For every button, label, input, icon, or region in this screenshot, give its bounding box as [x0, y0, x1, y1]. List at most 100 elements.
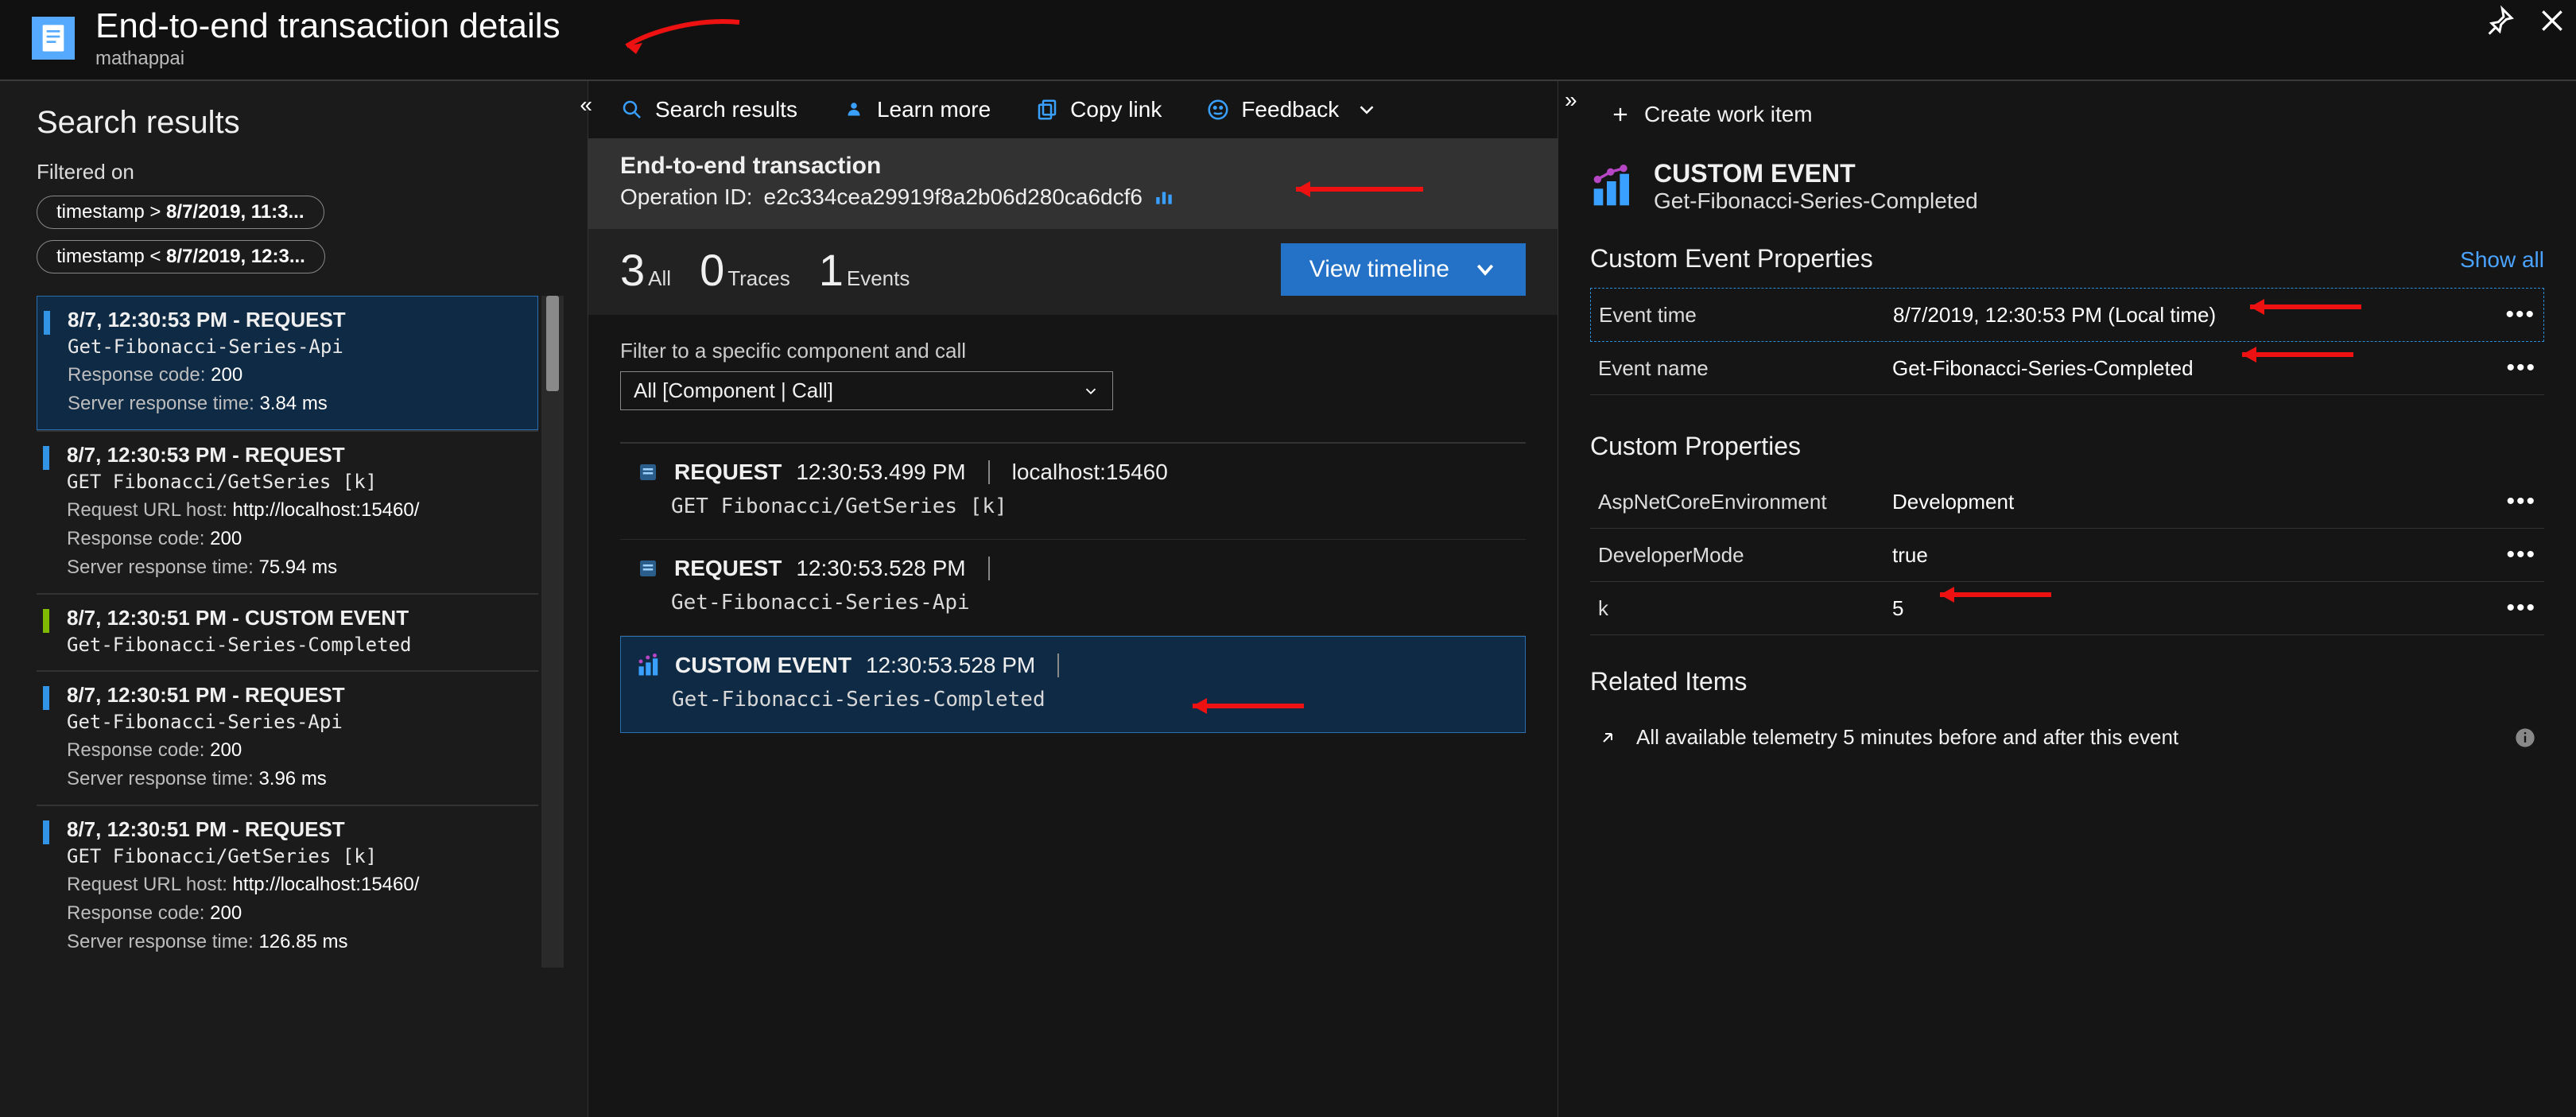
- section-title: Custom Event Properties: [1590, 244, 1873, 273]
- arrow-icon: [1598, 728, 1617, 747]
- timeline-event[interactable]: CUSTOM EVENT12:30:53.528 PMGet-Fibonacci…: [620, 636, 1526, 733]
- search-result-item[interactable]: 8/7, 12:30:53 PM - REQUEST Get-Fibonacci-…: [37, 296, 538, 430]
- result-subtitle: GET Fibonacci/GetSeries [k]: [51, 845, 524, 867]
- operation-bar: End-to-end transaction Operation ID: e2c…: [588, 138, 1558, 229]
- chevron-down-icon: [1082, 382, 1100, 400]
- status-bar: [43, 820, 49, 844]
- view-timeline-button[interactable]: View timeline: [1281, 243, 1526, 296]
- result-title: 8/7, 12:30:51 PM - REQUEST: [51, 817, 524, 842]
- related-item-label: All available telemetry 5 minutes before…: [1636, 725, 2178, 750]
- related-item[interactable]: All available telemetry 5 minutes before…: [1590, 711, 2544, 764]
- property-row: Event nameGet-Fibonacci-Series-Completed…: [1590, 342, 2544, 395]
- scrollbar-thumb[interactable]: [546, 296, 559, 391]
- status-bar: [43, 686, 49, 710]
- property-value: true: [1892, 543, 2506, 568]
- operation-title: End-to-end transaction: [620, 153, 1526, 180]
- property-key: Event name: [1598, 356, 1892, 381]
- collapse-left-icon[interactable]: «: [580, 92, 592, 118]
- chevron-down-icon: [1473, 258, 1497, 281]
- event-kind: REQUEST: [674, 556, 782, 581]
- result-title: 8/7, 12:30:53 PM - REQUEST: [51, 443, 524, 467]
- result-subtitle: Get-Fibonacci-Series-Api: [51, 711, 524, 733]
- search-results-heading: Search results: [37, 105, 564, 141]
- detail-kind: CUSTOM EVENT: [1654, 159, 1978, 188]
- result-subtitle: Get-Fibonacci-Series-Completed: [51, 634, 524, 656]
- property-key: Event time: [1599, 303, 1893, 328]
- property-value: Get-Fibonacci-Series-Completed: [1892, 356, 2506, 381]
- pin-icon[interactable]: [2484, 5, 2516, 37]
- search-result-item[interactable]: 8/7, 12:30:51 PM - REQUEST GET Fibonacci/…: [37, 805, 538, 968]
- transaction-panel: Search results Learn more Copy link Feed…: [588, 81, 1558, 1117]
- event-sub: Get-Fibonacci-Series-Api: [636, 591, 1510, 615]
- event-kind: CUSTOM EVENT: [675, 653, 852, 678]
- chevron-down-icon: [1355, 98, 1379, 122]
- component-filter-select[interactable]: All [Component | Call]: [620, 371, 1113, 410]
- search-result-item[interactable]: 8/7, 12:30:51 PM - REQUEST Get-Fibonacci-…: [37, 670, 538, 805]
- timeline-event[interactable]: REQUEST 12:30:53.499 PM localhost:15460 GET…: [620, 444, 1526, 540]
- server-icon: [636, 557, 660, 580]
- chart-icon[interactable]: [1154, 187, 1174, 207]
- event-host: localhost:15460: [1012, 460, 1168, 485]
- section-title: Related Items: [1590, 667, 2544, 696]
- copy-link-button[interactable]: Copy link: [1035, 97, 1162, 122]
- event-kind: REQUEST: [674, 460, 782, 485]
- timeline-event[interactable]: REQUEST 12:30:53.528 PM Get-Fibonacci-Seri…: [620, 540, 1526, 636]
- result-title: 8/7, 12:30:53 PM - REQUEST: [52, 308, 523, 332]
- toolbar-label: Search results: [655, 97, 797, 122]
- result-title: 8/7, 12:30:51 PM - REQUEST: [51, 683, 524, 708]
- search-results-panel: « Search results Filtered on timestamp >…: [0, 81, 588, 1117]
- event-time: 12:30:53.499 PM: [796, 460, 965, 485]
- operation-id-value: e2c334cea29919f8a2b06d280ca6dcf6: [764, 184, 1143, 210]
- property-value: 8/7/2019, 12:30:53 PM (Local time): [1893, 303, 2505, 328]
- property-value: Development: [1892, 490, 2506, 514]
- filter-chip[interactable]: timestamp > 8/7/2019, 11:3...: [37, 196, 324, 229]
- document-icon: [32, 17, 75, 60]
- count-events: 1: [819, 245, 844, 295]
- count-traces: 0: [700, 245, 724, 295]
- toolbar: Search results Learn more Copy link Feed…: [588, 81, 1558, 138]
- close-icon[interactable]: [2536, 5, 2568, 37]
- filter-hint: Filter to a specific component and call: [620, 339, 1526, 363]
- status-bar: [43, 446, 49, 470]
- chart-icon: [1590, 165, 1635, 209]
- more-icon[interactable]: •••: [2506, 595, 2536, 622]
- server-icon: [636, 460, 660, 484]
- details-panel: » Create work item CUSTOM EVENT Get-Fibo…: [1558, 81, 2576, 1117]
- event-time: 12:30:53.528 PM: [796, 556, 965, 581]
- property-value: 5: [1892, 596, 2506, 621]
- search-results-button[interactable]: Search results: [620, 97, 797, 122]
- feedback-button[interactable]: Feedback: [1206, 97, 1379, 122]
- show-all-link[interactable]: Show all: [2460, 247, 2544, 273]
- create-work-item-button[interactable]: Create work item: [1609, 102, 2544, 127]
- property-key: AspNetCoreEnvironment: [1598, 490, 1892, 514]
- page-header: End-to-end transaction details mathappai: [0, 0, 2576, 81]
- search-result-item[interactable]: 8/7, 12:30:51 PM - CUSTOM EVENT Get-Fibon…: [37, 593, 538, 670]
- status-bar: [44, 311, 50, 335]
- operation-id-label: Operation ID:: [620, 184, 753, 210]
- learn-more-button[interactable]: Learn more: [842, 97, 991, 122]
- detail-name: Get-Fibonacci-Series-Completed: [1654, 188, 1978, 214]
- property-row: k5•••: [1590, 582, 2544, 635]
- more-icon[interactable]: •••: [2505, 301, 2535, 328]
- collapse-right-icon[interactable]: »: [1565, 87, 1577, 113]
- info-icon: [2514, 727, 2536, 749]
- status-bar: [43, 609, 49, 633]
- search-result-item[interactable]: 8/7, 12:30:53 PM - REQUEST GET Fibonacci/…: [37, 430, 538, 593]
- filter-chip[interactable]: timestamp < 8/7/2019, 12:3...: [37, 240, 325, 273]
- property-key: DeveloperMode: [1598, 543, 1892, 568]
- more-icon[interactable]: •••: [2506, 541, 2536, 568]
- event-time: 12:30:53.528 PM: [866, 653, 1035, 678]
- combo-value: All [Component | Call]: [634, 378, 833, 403]
- result-subtitle: Get-Fibonacci-Series-Api: [52, 335, 523, 358]
- chart-icon: [637, 654, 661, 677]
- scrollbar[interactable]: [541, 296, 564, 968]
- counts-row: 3All 0Traces 1Events View timeline: [588, 229, 1558, 315]
- more-icon[interactable]: •••: [2506, 488, 2536, 515]
- result-subtitle: GET Fibonacci/GetSeries [k]: [51, 471, 524, 493]
- property-row: Event time8/7/2019, 12:30:53 PM (Local t…: [1590, 288, 2544, 342]
- more-icon[interactable]: •••: [2506, 355, 2536, 382]
- event-sub: GET Fibonacci/GetSeries [k]: [636, 495, 1510, 518]
- result-title: 8/7, 12:30:51 PM - CUSTOM EVENT: [51, 606, 524, 630]
- section-title: Custom Properties: [1590, 432, 2544, 461]
- property-key: k: [1598, 596, 1892, 621]
